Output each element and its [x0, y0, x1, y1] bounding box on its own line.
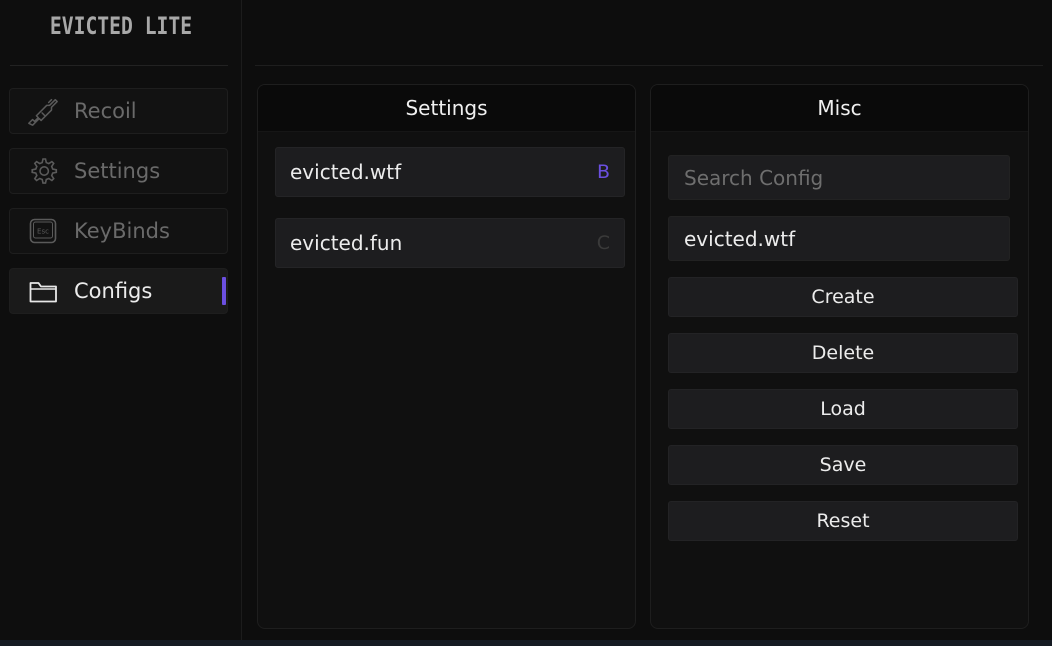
config-item-evicted-wtf[interactable]: evicted.wtf B [275, 147, 625, 197]
sidebar: EVICTED LITE Recoil Settings Esc KeyBind… [0, 0, 242, 640]
svg-text:Esc: Esc [37, 228, 49, 236]
panel-title: Misc [651, 85, 1028, 132]
rifle-icon [26, 94, 60, 128]
reset-button[interactable]: Reset [668, 501, 1018, 541]
active-indicator [222, 277, 226, 305]
delete-button[interactable]: Delete [668, 333, 1018, 373]
app-logo: EVICTED LITE [49, 12, 193, 40]
sidebar-item-label: Configs [74, 279, 153, 303]
sidebar-divider [10, 65, 228, 66]
config-name-input[interactable]: evicted.wtf [668, 216, 1010, 261]
config-keybind: B [596, 161, 610, 183]
config-keybind: C [596, 232, 610, 254]
sidebar-item-recoil[interactable]: Recoil [9, 88, 228, 134]
esc-key-icon: Esc [26, 214, 60, 248]
header-divider [255, 65, 1043, 66]
sidebar-item-settings[interactable]: Settings [9, 148, 228, 194]
window-bottom-edge [0, 640, 1052, 646]
folder-icon [26, 274, 60, 308]
gear-icon [26, 154, 60, 188]
sidebar-item-label: KeyBinds [74, 219, 170, 243]
create-button[interactable]: Create [668, 277, 1018, 317]
search-config-input[interactable]: Search Config [668, 155, 1010, 200]
config-name: evicted.wtf [290, 160, 402, 184]
config-name: evicted.fun [290, 231, 403, 255]
panel-title: Settings [258, 85, 635, 132]
misc-panel: Misc Search Config evicted.wtf Create De… [650, 84, 1029, 629]
load-button[interactable]: Load [668, 389, 1018, 429]
sidebar-item-label: Settings [74, 159, 161, 183]
sidebar-item-configs[interactable]: Configs [9, 268, 228, 314]
save-button[interactable]: Save [668, 445, 1018, 485]
config-item-evicted-fun[interactable]: evicted.fun C [275, 218, 625, 268]
sidebar-item-label: Recoil [74, 99, 137, 123]
settings-panel: Settings evicted.wtf B evicted.fun C [257, 84, 636, 629]
app-window: EVICTED LITE Recoil Settings Esc KeyBind… [0, 0, 1052, 640]
sidebar-item-keybinds[interactable]: Esc KeyBinds [9, 208, 228, 254]
